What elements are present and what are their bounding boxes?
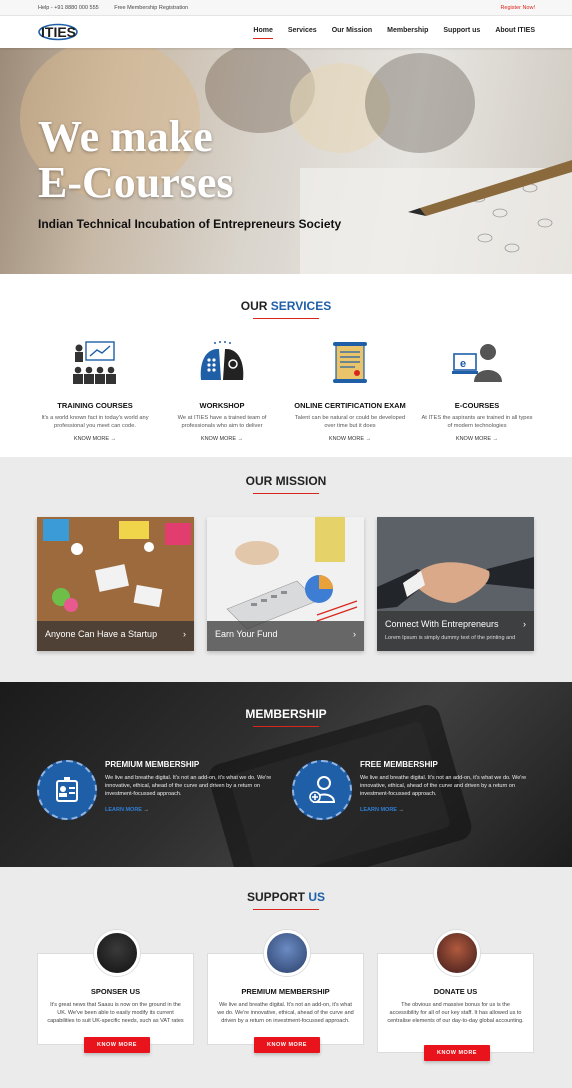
arrow-right-icon: → (398, 807, 405, 813)
arrow-right-icon: → (143, 807, 150, 813)
top-info-bar: Help - +91 8880 000 555 Free Membership … (0, 0, 572, 16)
hero-subtitle: Indian Technical Incubation of Entrepren… (38, 217, 342, 231)
membership-heading-underline (253, 726, 319, 727)
presentation-icon (73, 341, 116, 384)
nav-services[interactable]: Services (288, 27, 317, 39)
arrow-right-icon: → (110, 436, 117, 442)
avatar (94, 930, 140, 976)
id-badge-icon (37, 760, 97, 820)
mission-caption: Earn Your Fund › (207, 621, 364, 651)
hero-headline: We make E-Courses (38, 112, 234, 207)
ities-logo[interactable]: ITIES (38, 23, 108, 41)
service-workshop: WORKSHOP We at ITIES have a trained team… (166, 340, 278, 442)
arrow-right-icon: → (237, 436, 244, 442)
know-more-link[interactable]: KNOW MORE → (294, 436, 406, 442)
chevron-right-icon: › (183, 629, 186, 639)
know-more-link[interactable]: KNOW MORE → (166, 436, 278, 442)
support-section: SUPPORT US SPONSER US It's great news th… (0, 867, 572, 1088)
free-registration-link[interactable]: Free Membership Registration (114, 5, 188, 11)
nav-menu: Home Services Our Mission Membership Sup… (253, 27, 535, 39)
service-training-courses: TRAINING COURSES It's a world known fact… (39, 340, 151, 442)
svg-text:e: e (460, 358, 466, 370)
nav-our-mission[interactable]: Our Mission (332, 27, 372, 39)
mission-section: OUR MISSION Anyone Can Have a Startup › (0, 457, 572, 682)
mission-heading: OUR MISSION (245, 474, 327, 488)
service-e-courses: e E-COURSES At ITES the aspirants are tr… (421, 340, 533, 442)
donate-know-more-button[interactable]: KNOW MORE (424, 1045, 490, 1061)
mission-heading-underline (253, 493, 319, 494)
elearning-user-icon: e (452, 344, 502, 382)
learn-more-link[interactable]: LEARN MORE → (105, 807, 149, 813)
avatar (434, 930, 480, 976)
membership-heading: MEMBERSHIP (245, 707, 327, 721)
nav-home[interactable]: Home (253, 27, 273, 39)
help-phone: Help - +91 8880 000 555 (38, 5, 99, 11)
register-now-link[interactable]: Register Now! (500, 5, 535, 11)
support-card-donate: DONATE US The obvious and massive bonus … (377, 930, 534, 1053)
know-more-link[interactable]: KNOW MORE → (421, 436, 533, 442)
avatar (264, 930, 310, 976)
nav-support-us[interactable]: Support us (443, 27, 480, 39)
chevron-right-icon: › (523, 619, 526, 629)
add-user-icon (292, 760, 352, 820)
learn-more-link[interactable]: LEARN MORE → (360, 807, 404, 813)
mission-caption: Anyone Can Have a Startup › (37, 621, 194, 651)
chevron-right-icon: › (353, 629, 356, 639)
premium-know-more-button[interactable]: KNOW MORE (254, 1037, 320, 1053)
arrow-right-icon: → (492, 436, 499, 442)
support-heading: SUPPORT US (246, 890, 326, 904)
hero-banner: We make E-Courses Indian Technical Incub… (0, 48, 572, 274)
service-online-certification-exam: ONLINE CERTIFICATION EXAM Talent can be … (294, 340, 406, 442)
services-heading-underline (253, 318, 319, 319)
mission-caption: Connect With Entrepreneurs › Lorem Ipsum… (377, 611, 534, 651)
mission-card-fund[interactable]: Earn Your Fund › (207, 517, 364, 651)
know-more-link[interactable]: KNOW MORE → (39, 436, 151, 442)
main-navbar: ITIES Home Services Our Mission Membersh… (0, 16, 572, 48)
mission-card-connect[interactable]: Connect With Entrepreneurs › Lorem Ipsum… (377, 517, 534, 651)
brain-heads-icon (200, 341, 244, 380)
support-card-sponser: SPONSER US It's great news that Saasu is… (37, 930, 194, 1045)
mission-card-startup[interactable]: Anyone Can Have a Startup › (37, 517, 194, 651)
support-heading-underline (253, 909, 319, 910)
membership-section: MEMBERSHIP PREMIUM MEMBERSHIP We live an… (0, 682, 572, 867)
arrow-right-icon: → (365, 436, 372, 442)
support-card-premium: PREMIUM MEMBERSHIP We live and breathe d… (207, 930, 364, 1045)
certificate-scroll-icon (333, 342, 367, 383)
nav-membership[interactable]: Membership (387, 27, 428, 39)
logo-text: ITIES (41, 24, 76, 40)
services-heading: OUR SERVICES (240, 299, 332, 313)
nav-about-ities[interactable]: About ITIES (495, 27, 535, 39)
sponser-know-more-button[interactable]: KNOW MORE (84, 1037, 150, 1053)
